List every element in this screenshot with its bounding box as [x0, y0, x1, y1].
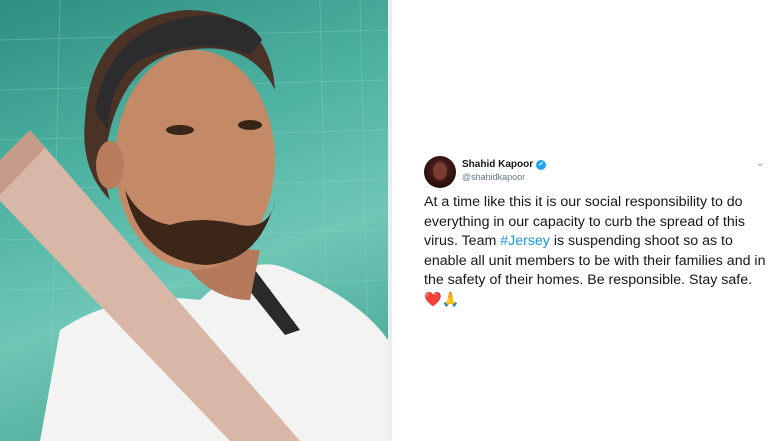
photo-illustration: [0, 0, 388, 441]
tweet-text: At a time like this it is our social res…: [424, 193, 769, 310]
chevron-down-icon[interactable]: ⌄: [756, 158, 764, 169]
tweet-author-row: Shahid Kapoor ✓: [462, 159, 547, 170]
folded-hands-emoji-icon: 🙏: [441, 291, 460, 308]
tweet-card: Shahid Kapoor ✓ @shahidkapoor ⌄ At a tim…: [392, 0, 784, 441]
avatar-face: [433, 162, 447, 180]
avatar[interactable]: [424, 156, 456, 188]
user-handle[interactable]: @shahidkapoor: [462, 172, 525, 182]
display-name[interactable]: Shahid Kapoor: [462, 159, 533, 170]
hashtag-link[interactable]: #Jersey: [500, 233, 550, 249]
verified-badge-icon: ✓: [536, 159, 547, 170]
actor-photo: [0, 0, 388, 441]
heart-emoji-icon: ❤️: [424, 291, 442, 308]
